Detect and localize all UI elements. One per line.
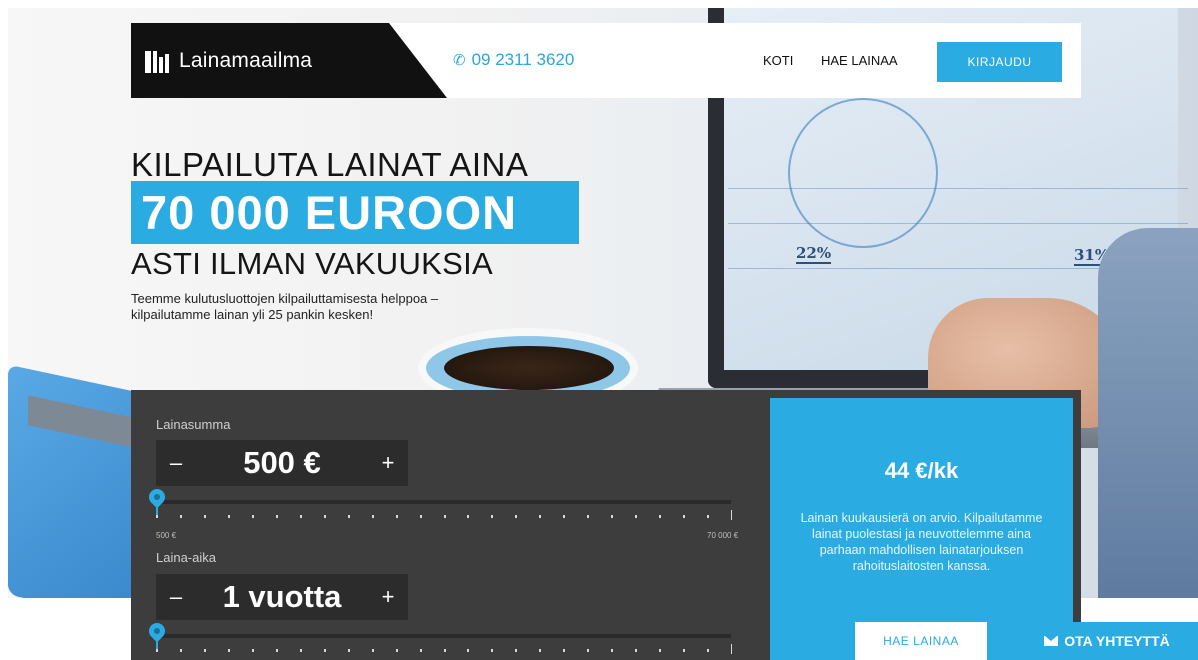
slider-tick bbox=[539, 515, 541, 518]
loan-calculator: Lainasumma – 500 € + 500 € 70 000 € Lain… bbox=[131, 390, 1081, 660]
contact-button[interactable]: OTA YHTEYTTÄ bbox=[1016, 622, 1198, 660]
term-decrease-button[interactable]: – bbox=[156, 574, 196, 620]
term-value: 1 vuotta bbox=[222, 579, 342, 614]
slider-tick bbox=[587, 515, 589, 518]
mail-icon bbox=[1044, 636, 1059, 646]
slider-tick bbox=[204, 515, 206, 518]
term-label: Laina-aika bbox=[156, 550, 216, 565]
term-slider-handle[interactable] bbox=[145, 619, 169, 643]
logo-text: Lainamaailma bbox=[179, 48, 313, 72]
slider-tick bbox=[276, 515, 278, 518]
slider-tick bbox=[228, 649, 230, 652]
phone-link[interactable]: ✆ 09 2311 3620 bbox=[453, 50, 574, 70]
slider-tick bbox=[635, 515, 637, 518]
slider-tick bbox=[348, 649, 350, 652]
slider-tick bbox=[252, 515, 254, 518]
slider-tick bbox=[539, 649, 541, 652]
slider-tick bbox=[707, 515, 709, 518]
term-slider-track[interactable] bbox=[156, 634, 731, 638]
slider-tick bbox=[420, 649, 422, 652]
term-slider[interactable] bbox=[145, 619, 732, 654]
slider-tick bbox=[180, 515, 182, 518]
login-button[interactable]: KIRJAUDU bbox=[937, 42, 1062, 82]
slider-tick bbox=[611, 515, 613, 518]
slider-tick bbox=[180, 649, 182, 652]
amount-min-label: 500 € bbox=[156, 531, 177, 540]
grid-line bbox=[728, 223, 1188, 224]
slider-tick bbox=[300, 515, 302, 518]
slider-tick bbox=[731, 510, 732, 520]
slider-tick bbox=[444, 515, 446, 518]
site-header: Lainamaailma ✆ 09 2311 3620 KOTI HAE LAI… bbox=[131, 23, 1081, 98]
amount-stepper: – 500 € + bbox=[156, 440, 408, 486]
slider-tick bbox=[683, 515, 685, 518]
slider-tick bbox=[659, 649, 661, 652]
amount-slider-handle[interactable] bbox=[145, 485, 169, 509]
screen-percent-label: 22% bbox=[796, 244, 832, 264]
term-stepper: – 1 vuotta + bbox=[156, 574, 408, 620]
slider-tick bbox=[467, 515, 469, 518]
hero-subtitle: Teemme kulutusluottojen kilpailuttamises… bbox=[131, 291, 551, 323]
slider-tick bbox=[515, 515, 517, 518]
phone-icon: ✆ bbox=[453, 52, 466, 69]
slider-tick bbox=[372, 515, 374, 518]
slider-tick bbox=[635, 649, 637, 652]
amount-value: 500 € bbox=[243, 445, 321, 480]
slider-tick bbox=[396, 515, 398, 518]
slider-tick bbox=[515, 649, 517, 652]
hero-heading-line1: KILPAILUTA LAINAT AINA bbox=[131, 146, 529, 183]
result-card: 44 €/kk Lainan kuukausierä on arvio. Kil… bbox=[770, 398, 1073, 660]
slider-tick bbox=[563, 515, 565, 518]
grid-line bbox=[728, 188, 1188, 189]
amount-decrease-button[interactable]: – bbox=[156, 440, 196, 486]
slider-tick bbox=[659, 515, 661, 518]
slider-tick bbox=[587, 649, 589, 652]
amount-label: Lainasumma bbox=[156, 417, 231, 432]
slider-tick bbox=[276, 649, 278, 652]
amount-max-label: 70 000 € bbox=[707, 531, 739, 540]
slider-tick bbox=[156, 515, 158, 518]
slider-tick bbox=[300, 649, 302, 652]
slider-tick bbox=[228, 515, 230, 518]
phone-number: 09 2311 3620 bbox=[471, 50, 575, 69]
amount-slider[interactable] bbox=[145, 485, 732, 520]
slider-tick bbox=[683, 649, 685, 652]
slider-tick bbox=[348, 515, 350, 518]
sleeve-image bbox=[1098, 228, 1198, 598]
hero-subtitle-line: Teemme kulutusluottojen kilpailuttamises… bbox=[131, 291, 439, 306]
apply-loan-button[interactable]: HAE LAINAA bbox=[855, 622, 987, 660]
slider-tick bbox=[396, 649, 398, 652]
contact-label: OTA YHTEYTTÄ bbox=[1064, 633, 1170, 649]
nav-apply-loan[interactable]: HAE LAINAA bbox=[821, 53, 898, 68]
amount-increase-button[interactable]: + bbox=[368, 440, 408, 486]
hero-subtitle-line: kilpailutamme lainan yli 25 pankin keske… bbox=[131, 307, 374, 322]
amount-slider-track[interactable] bbox=[156, 500, 731, 504]
slider-tick bbox=[563, 649, 565, 652]
monthly-payment: 44 €/kk bbox=[884, 458, 959, 483]
slider-tick bbox=[467, 649, 469, 652]
slider-tick bbox=[491, 515, 493, 518]
logo[interactable]: Lainamaailma bbox=[131, 23, 447, 98]
slider-tick bbox=[444, 649, 446, 652]
slider-tick bbox=[324, 515, 326, 518]
result-description: Lainan kuukausierä on arvio. Kilpailutam… bbox=[800, 511, 1043, 573]
slider-tick bbox=[204, 649, 206, 652]
slider-tick bbox=[252, 649, 254, 652]
logo-mark-icon bbox=[145, 49, 171, 73]
slider-tick bbox=[707, 649, 709, 652]
hero-heading-line3: ASTI ILMAN VAKUUKSIA bbox=[131, 246, 494, 281]
slider-tick bbox=[156, 649, 158, 652]
term-increase-button[interactable]: + bbox=[368, 574, 408, 620]
slider-tick bbox=[491, 649, 493, 652]
slider-tick bbox=[731, 644, 732, 654]
slider-tick bbox=[372, 649, 374, 652]
pie-outline-image bbox=[788, 98, 938, 248]
coffee-image bbox=[444, 346, 614, 390]
slider-tick bbox=[420, 515, 422, 518]
slider-tick bbox=[611, 649, 613, 652]
hero-amount-highlight: 70 000 EUROON bbox=[131, 181, 579, 244]
nav-home[interactable]: KOTI bbox=[763, 53, 793, 68]
slider-tick bbox=[324, 649, 326, 652]
